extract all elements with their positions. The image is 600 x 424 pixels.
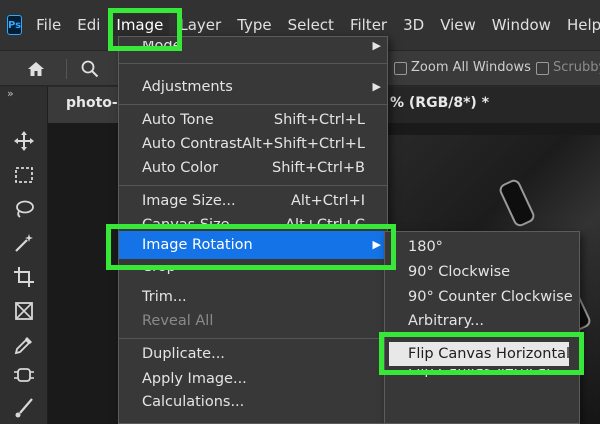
menu-layer[interactable]: Layer bbox=[179, 16, 221, 34]
menu-help[interactable]: Help bbox=[567, 16, 600, 34]
menu-image[interactable]: Image bbox=[110, 14, 170, 36]
menu-item-adjustments[interactable]: Adjustments ▶ bbox=[119, 75, 387, 99]
menu-item-shortcut: Alt+Ctrl+I bbox=[290, 193, 365, 209]
menu-type[interactable]: Type bbox=[237, 16, 271, 34]
menu-item-label: Image Rotation bbox=[142, 237, 253, 253]
menu-item-image-rotation[interactable]: Image Rotation ▶ bbox=[119, 231, 387, 259]
image-menu-dropdown: Mode ▶ Adjustments ▶ Auto Tone Shift+Ctr… bbox=[118, 36, 388, 424]
options-divider bbox=[66, 59, 67, 79]
menu-item-shortcut: Alt+Shift+Ctrl+L bbox=[242, 136, 365, 152]
menu-item-auto-contrast[interactable]: Auto Contrast Alt+Shift+Ctrl+L bbox=[119, 132, 387, 156]
menu-item-label: Crop bbox=[142, 265, 176, 275]
menu-item-mode[interactable]: Mode ▶ bbox=[119, 41, 387, 55]
menu-item-image-size[interactable]: Image Size... Alt+Ctrl+I bbox=[119, 189, 387, 213]
menu-edit[interactable]: Edi bbox=[77, 16, 100, 34]
move-tool-icon[interactable] bbox=[12, 129, 36, 153]
menu-divider bbox=[385, 336, 579, 337]
menu-item-label: Canvas Size... bbox=[142, 217, 244, 225]
submenu-item-arbitrary[interactable]: Arbitrary... bbox=[385, 309, 579, 333]
home-icon[interactable] bbox=[26, 59, 46, 79]
submenu-item-90-clockwise[interactable]: 90° Clockwise bbox=[385, 260, 579, 284]
zoom-all-windows-checkbox[interactable] bbox=[394, 62, 407, 75]
ps-logo-icon[interactable]: Ps bbox=[7, 15, 23, 35]
collapse-panel-icon[interactable]: » bbox=[7, 87, 14, 100]
menu-divider bbox=[119, 338, 387, 339]
zoom-icon[interactable] bbox=[80, 59, 100, 79]
marquee-tool-icon[interactable] bbox=[12, 163, 36, 187]
menu-item-label: Duplicate... bbox=[142, 346, 225, 362]
menu-item-calculations[interactable]: Calculations... bbox=[119, 390, 387, 414]
menu-item-label: Auto Color bbox=[142, 160, 219, 176]
document-tab-suffix: % (RGB/8*) * bbox=[390, 95, 490, 111]
menu-item-canvas-size[interactable]: Canvas Size... Alt+Ctrl+C bbox=[119, 213, 387, 225]
scrubby-zoom-checkbox[interactable] bbox=[536, 62, 549, 75]
menu-item-label: Trim... bbox=[142, 289, 187, 305]
scrubby-zoom-label: Scrubby bbox=[553, 60, 600, 75]
menu-item-auto-color[interactable]: Auto Color Shift+Ctrl+B bbox=[119, 156, 387, 180]
menu-item-trim[interactable]: Trim... bbox=[119, 285, 387, 309]
menu-item-shortcut: Shift+Ctrl+B bbox=[271, 160, 365, 176]
menu-item-label: Auto Tone bbox=[142, 112, 214, 128]
menu-item-duplicate[interactable]: Duplicate... bbox=[119, 342, 387, 366]
menu-item-mode-label: Mode bbox=[142, 41, 182, 54]
menu-view[interactable]: View bbox=[440, 16, 476, 34]
magic-wand-icon[interactable] bbox=[12, 231, 36, 255]
brush-icon[interactable] bbox=[12, 395, 36, 419]
zoom-all-windows-label: Zoom All Windows bbox=[411, 60, 531, 75]
menu-divider bbox=[119, 63, 387, 64]
eyedropper-icon[interactable] bbox=[12, 333, 36, 357]
submenu-arrow-icon: ▶ bbox=[372, 80, 381, 93]
submenu-arrow-icon: ▶ bbox=[372, 41, 381, 52]
submenu-item-flip-canvas-horizontal[interactable]: Flip Canvas Horizontal bbox=[389, 342, 570, 366]
photo-car bbox=[497, 177, 537, 229]
menu-item-shortcut: Alt+Ctrl+C bbox=[285, 217, 365, 225]
menu-divider bbox=[119, 104, 387, 105]
menu-item-adjustments-label: Adjustments bbox=[142, 79, 233, 95]
menu-item-label: Apply Image... bbox=[142, 371, 247, 387]
menu-select[interactable]: Select bbox=[288, 16, 334, 34]
menu-item-apply-image[interactable]: Apply Image... bbox=[119, 367, 387, 391]
menu-3d[interactable]: 3D bbox=[403, 16, 424, 34]
submenu-item-90-counter-clockwise[interactable]: 90° Counter Clockwise bbox=[385, 285, 579, 309]
menu-divider bbox=[119, 185, 387, 186]
healing-brush-icon[interactable] bbox=[12, 363, 36, 387]
menu-item-crop[interactable]: Crop bbox=[119, 265, 387, 279]
crop-tool-icon[interactable] bbox=[12, 265, 36, 289]
tools-panel: » bbox=[0, 87, 48, 424]
menu-item-label: Image Size... bbox=[142, 193, 236, 209]
submenu-item-flip-canvas-vertical[interactable]: Flip Canvas Vertical bbox=[385, 369, 579, 382]
submenu-arrow-icon: ▶ bbox=[372, 238, 381, 251]
menu-item-shortcut: Shift+Ctrl+L bbox=[273, 112, 365, 128]
menu-item-label: Auto Contrast bbox=[142, 136, 243, 152]
menu-item-reveal-all: Reveal All bbox=[119, 309, 387, 333]
frame-tool-icon[interactable] bbox=[12, 299, 36, 323]
menu-window[interactable]: Window bbox=[492, 16, 551, 34]
image-rotation-submenu: 180° 90° Clockwise 90° Counter Clockwise… bbox=[384, 231, 580, 424]
submenu-item-180[interactable]: 180° bbox=[385, 235, 579, 259]
menu-file[interactable]: File bbox=[36, 16, 61, 34]
lasso-tool-icon[interactable] bbox=[12, 197, 36, 221]
menu-filter[interactable]: Filter bbox=[350, 16, 387, 34]
menu-item-label: Reveal All bbox=[142, 313, 214, 329]
menu-item-label: Calculations... bbox=[142, 394, 245, 410]
menu-item-auto-tone[interactable]: Auto Tone Shift+Ctrl+L bbox=[119, 108, 387, 132]
